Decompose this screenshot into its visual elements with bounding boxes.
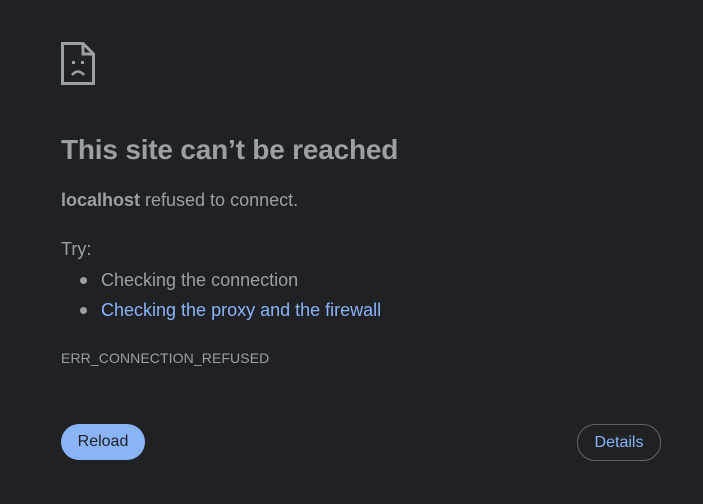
details-button[interactable]: Details [577, 424, 661, 461]
error-page: This site can’t be reached localhost ref… [0, 0, 703, 504]
sad-page-icon [61, 42, 95, 85]
suggestions-list: Checking the connection Checking the pro… [61, 266, 381, 326]
page-title: This site can’t be reached [61, 134, 399, 165]
error-code: ERR_CONNECTION_REFUSED [61, 350, 270, 366]
suggestion-text: Checking the connection [101, 270, 299, 290]
suggestion-check-connection: Checking the connection [61, 266, 381, 296]
bullet-icon [80, 277, 87, 284]
suggestion-check-proxy-firewall[interactable]: Checking the proxy and the firewall [61, 296, 381, 326]
error-message-text: refused to connect. [140, 190, 299, 210]
proxy-firewall-link[interactable]: Checking the proxy and the firewall [101, 300, 381, 320]
try-label: Try: [61, 239, 92, 259]
reload-button[interactable]: Reload [61, 424, 145, 460]
error-message: localhost refused to connect. [61, 190, 298, 211]
bullet-icon [80, 307, 87, 314]
error-host: localhost [61, 190, 141, 210]
